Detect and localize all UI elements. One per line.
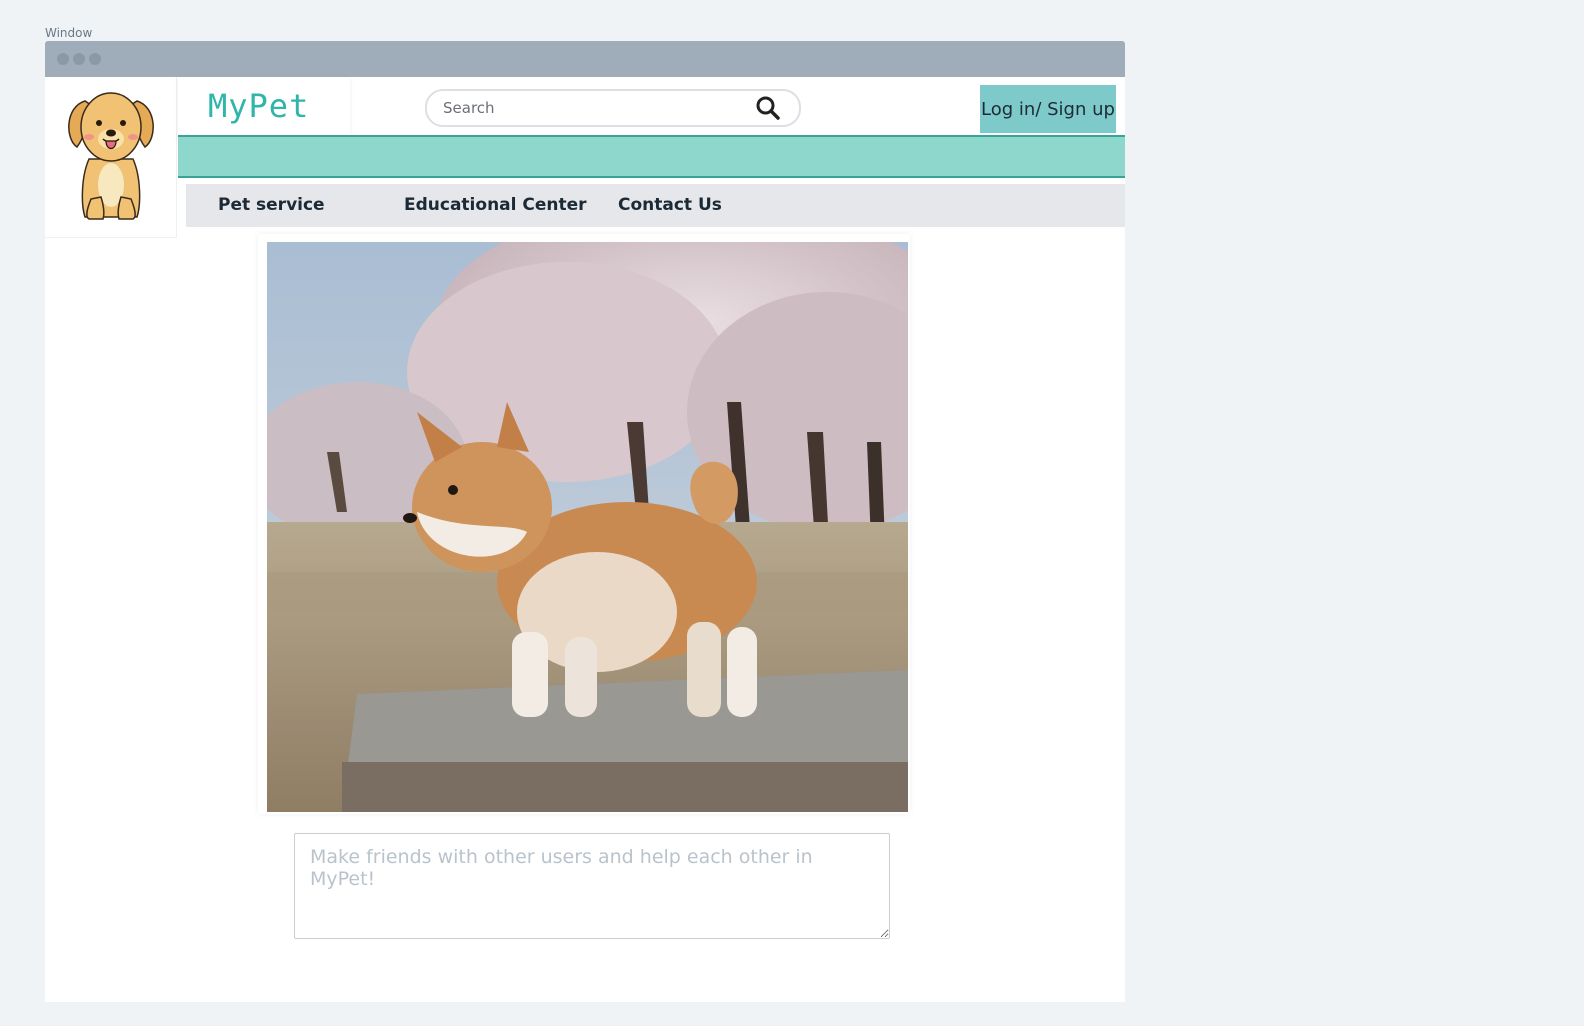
search-bar[interactable]: Search bbox=[425, 89, 801, 127]
nav-item-contact-us[interactable]: Contact Us bbox=[618, 195, 722, 215]
search-icon[interactable] bbox=[755, 95, 781, 125]
nav-item-educational-center[interactable]: Educational Center bbox=[404, 195, 587, 215]
window-control-dot[interactable] bbox=[73, 53, 85, 65]
window-control-dot[interactable] bbox=[57, 53, 69, 65]
login-signup-button[interactable]: Log in/ Sign up bbox=[980, 85, 1116, 133]
message-textarea[interactable] bbox=[294, 833, 890, 939]
main-nav: Pet service Educational Center Contact U… bbox=[186, 184, 1125, 227]
logo-container[interactable] bbox=[45, 77, 177, 238]
hero-image bbox=[267, 242, 908, 812]
brand-name[interactable]: MyPet bbox=[208, 87, 309, 125]
search-input[interactable]: Search bbox=[443, 99, 495, 117]
window-label: Window bbox=[45, 26, 93, 40]
brand-container[interactable]: MyPet bbox=[178, 77, 350, 141]
app-window: MyPet Search Log in/ Sign up Pet service… bbox=[45, 77, 1125, 1002]
mascot-dog-icon bbox=[68, 92, 154, 220]
hero-image-frame bbox=[258, 234, 910, 814]
window-control-dot[interactable] bbox=[89, 53, 101, 65]
header-band bbox=[178, 135, 1125, 178]
window-titlebar[interactable] bbox=[45, 41, 1125, 77]
nav-item-pet-service[interactable]: Pet service bbox=[218, 195, 325, 215]
